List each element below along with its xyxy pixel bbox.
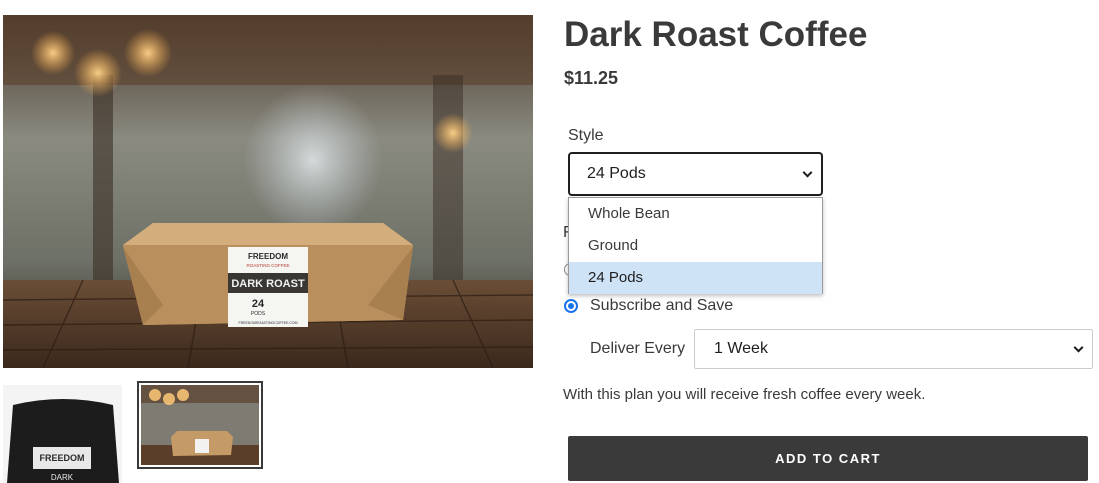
style-dropdown-list: Whole Bean Ground 24 Pods — [568, 197, 823, 294]
bag-name: DARK — [51, 473, 74, 482]
style-select[interactable]: 24 Pods — [568, 152, 823, 196]
add-to-cart-button[interactable]: ADD TO CART — [568, 436, 1088, 481]
coffee-bag-photo: FREEDOM DARK — [3, 385, 122, 483]
product-title: Dark Roast Coffee — [564, 15, 868, 54]
style-select-value: 24 Pods — [587, 165, 646, 182]
thumbnail-box-selected[interactable] — [137, 381, 263, 469]
chevron-down-icon — [1073, 342, 1084, 353]
style-option-24-pods[interactable]: 24 Pods — [569, 262, 822, 294]
box-site: FREEDOMROASTINGCOFFEE.COM — [238, 321, 297, 325]
box-sub-brand: ROASTING COFFEE — [246, 263, 289, 268]
subscribe-label[interactable]: Subscribe and Save — [590, 297, 733, 315]
subscribe-radio[interactable] — [564, 299, 578, 313]
bag-brand: FREEDOM — [40, 453, 85, 463]
chevron-down-icon — [802, 167, 813, 178]
thumbnail-bag[interactable]: FREEDOM DARK — [3, 385, 122, 483]
box-name: DARK ROAST — [231, 278, 305, 290]
style-option-ground[interactable]: Ground — [569, 230, 822, 262]
main-product-image[interactable]: FREEDOM ROASTING COFFEE DARK ROAST 24 PO… — [3, 15, 533, 368]
box-brand: FREEDOM — [248, 252, 288, 261]
coffee-box-photo: FREEDOM ROASTING COFFEE DARK ROAST 24 PO… — [3, 15, 533, 368]
style-label: Style — [568, 127, 604, 144]
deliver-every-label: Deliver Every — [590, 340, 686, 357]
subscription-plan-note: With this plan you will receive fresh co… — [563, 386, 926, 403]
coffee-box-thumb-photo — [141, 385, 259, 465]
product-price: $11.25 — [564, 68, 619, 88]
style-option-whole-bean[interactable]: Whole Bean — [569, 198, 822, 230]
deliver-frequency-value: 1 Week — [714, 340, 768, 357]
box-unit: PODS — [251, 311, 266, 317]
box-count: 24 — [252, 298, 265, 310]
deliver-frequency-select[interactable]: 1 Week — [694, 329, 1093, 369]
